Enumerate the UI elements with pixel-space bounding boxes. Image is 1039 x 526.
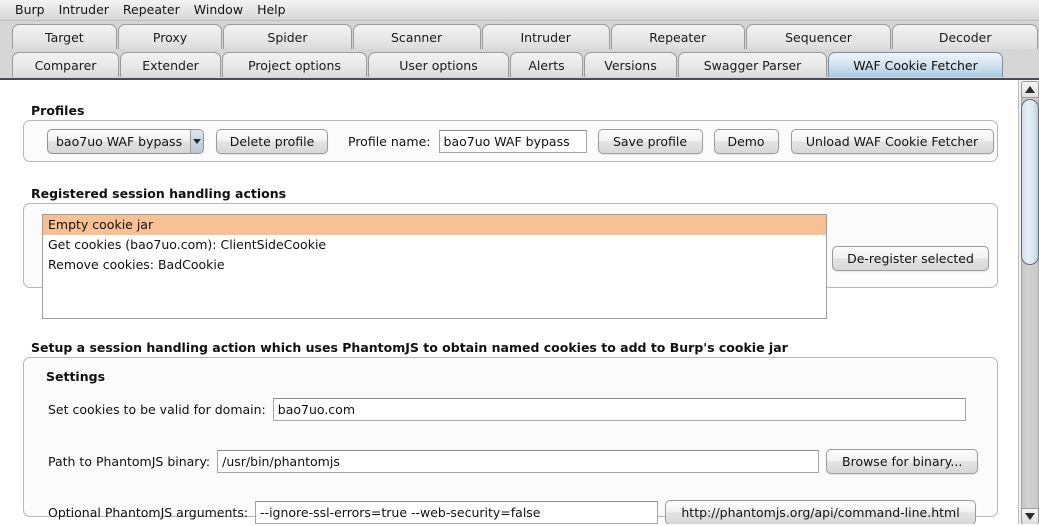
tab-swagger-parser[interactable]: Swagger Parser <box>678 52 827 77</box>
phantomjs-args-input[interactable]: --ignore-ssl-errors=true --web-security=… <box>255 501 659 524</box>
deregister-selected-button[interactable]: De-register selected <box>832 246 989 271</box>
menu-item-repeater[interactable]: Repeater <box>116 1 187 20</box>
waf-cookie-fetcher-panel: Profiles bao7uo WAF bypass Delete profil… <box>0 80 1039 526</box>
tab-label: Swagger Parser <box>703 57 802 73</box>
browse-for-binary-button[interactable]: Browse for binary... <box>826 449 979 474</box>
phantomjs-path-input[interactable]: /usr/bin/phantomjs <box>217 450 820 473</box>
settings-panel: Settings Set cookies to be valid for dom… <box>23 357 998 525</box>
tab-label: Alerts <box>528 57 565 73</box>
tab-decoder[interactable]: Decoder <box>892 24 1038 49</box>
tab-sequencer[interactable]: Sequencer <box>745 24 892 49</box>
tab-versions[interactable]: Versions <box>584 52 677 77</box>
tab-label: Target <box>45 29 84 45</box>
tab-label: Intruder <box>520 29 571 45</box>
list-item[interactable]: Remove cookies: BadCookie <box>43 255 826 275</box>
save-profile-button[interactable]: Save profile <box>597 129 703 154</box>
profiles-panel: bao7uo WAF bypass Delete profile Profile… <box>23 120 998 162</box>
tab-project-options[interactable]: Project options <box>222 52 367 77</box>
tab-alerts[interactable]: Alerts <box>510 52 583 77</box>
menu-item-intruder[interactable]: Intruder <box>52 1 116 20</box>
profile-name-label: Profile name: <box>348 134 431 149</box>
tab-waf-cookie-fetcher[interactable]: WAF Cookie Fetcher <box>828 52 1003 77</box>
demo-button[interactable]: Demo <box>713 129 779 154</box>
settings-heading: Settings <box>46 369 106 384</box>
profiles-heading: Profiles <box>31 103 85 118</box>
tab-comparer[interactable]: Comparer <box>12 52 119 77</box>
tab-proxy[interactable]: Proxy <box>117 24 223 49</box>
registered-actions-heading: Registered session handling actions <box>31 186 287 201</box>
tab-row-secondary: Comparer Extender Project options User opti… <box>12 49 1039 77</box>
scroll-up-button[interactable] <box>1021 81 1039 98</box>
list-item[interactable]: Empty cookie jar <box>43 215 826 235</box>
tab-label: Sequencer <box>785 29 852 45</box>
menu-item-burp[interactable]: Burp <box>8 1 52 20</box>
menu-bar: Burp Intruder Repeater Window Help <box>0 0 1039 21</box>
tab-label: Comparer <box>34 57 97 73</box>
tab-label: Extender <box>142 57 199 73</box>
vertical-scrollbar[interactable] <box>1018 80 1039 526</box>
profile-select-value: bao7uo WAF bypass <box>56 134 183 149</box>
menu-item-help[interactable]: Help <box>250 1 293 20</box>
domain-input[interactable]: bao7uo.com <box>272 398 966 421</box>
tab-intruder[interactable]: Intruder <box>481 24 610 49</box>
registered-actions-list[interactable]: Empty cookie jar Get cookies (bao7uo.com)… <box>42 214 827 319</box>
triangle-up-icon <box>1025 86 1035 93</box>
tab-repeater[interactable]: Repeater <box>610 24 745 49</box>
profile-select[interactable]: bao7uo WAF bypass <box>47 129 204 154</box>
tab-label: User options <box>399 57 478 73</box>
scroll-down-button[interactable] <box>1021 508 1039 525</box>
tab-label: Repeater <box>649 29 707 45</box>
phantomjs-docs-link-button[interactable]: http://phantomjs.org/api/command-line.ht… <box>665 500 977 525</box>
setup-heading: Setup a session handling action which us… <box>31 340 788 355</box>
scrollbar-thumb[interactable] <box>1021 99 1039 265</box>
tab-spider[interactable]: Spider <box>223 24 352 49</box>
tab-target[interactable]: Target <box>12 24 117 49</box>
burp-suite-window: Burp Intruder Repeater Window Help Target Pro… <box>0 0 1039 526</box>
tab-label: Project options <box>248 57 341 73</box>
tab-label: Versions <box>604 57 657 73</box>
list-item[interactable]: Get cookies (bao7uo.com): ClientSideCook… <box>43 235 826 255</box>
unload-extension-button[interactable]: Unload WAF Cookie Fetcher <box>790 129 994 154</box>
tab-user-options[interactable]: User options <box>368 52 509 77</box>
profile-name-input[interactable]: bao7uo WAF bypass <box>438 130 587 153</box>
tab-label: WAF Cookie Fetcher <box>853 57 978 73</box>
tab-label: Spider <box>267 29 308 45</box>
tab-extender[interactable]: Extender <box>120 52 221 77</box>
tab-label: Proxy <box>152 29 188 45</box>
triangle-down-icon <box>1025 513 1035 520</box>
chevron-down-icon[interactable] <box>190 130 203 153</box>
tab-label: Decoder <box>938 29 992 45</box>
tab-row-primary: Target Proxy Spider Scanner Intruder Repeater… <box>12 21 1039 49</box>
registered-actions-panel: Empty cookie jar Get cookies (bao7uo.com)… <box>23 203 998 319</box>
delete-profile-button[interactable]: Delete profile <box>216 129 328 154</box>
tab-label: Scanner <box>390 29 443 45</box>
tab-strip: Target Proxy Spider Scanner Intruder Repeater… <box>0 21 1039 80</box>
tab-scanner[interactable]: Scanner <box>352 24 481 49</box>
phantomjs-path-label: Path to PhantomJS binary: <box>48 454 211 469</box>
menu-item-window[interactable]: Window <box>187 1 250 20</box>
phantomjs-args-label: Optional PhantomJS arguments: <box>48 505 249 520</box>
domain-label: Set cookies to be valid for domain: <box>48 402 266 417</box>
